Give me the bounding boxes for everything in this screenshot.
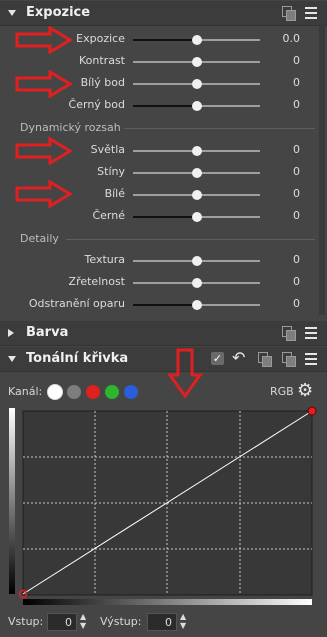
input-label: Vstup:: [8, 615, 44, 628]
slider-value-odstraneni-oparu[interactable]: 0: [268, 297, 300, 310]
slider-value-cerny-bod[interactable]: 0: [268, 98, 300, 111]
panel-header-tone-curve[interactable]: Tonální křivka ✓ ↶: [0, 347, 327, 372]
slider-knob[interactable]: [192, 190, 202, 200]
slider-value-cerne[interactable]: 0: [268, 209, 300, 222]
slider-knob[interactable]: [192, 168, 202, 178]
undo-icon[interactable]: ↶: [232, 348, 245, 367]
slider-knob[interactable]: [192, 146, 202, 156]
slider-knob[interactable]: [192, 101, 202, 111]
rgb-label: RGB: [270, 385, 294, 398]
slider-knob[interactable]: [192, 256, 202, 266]
divider: [124, 128, 315, 129]
section-title-details: Detaily: [20, 232, 59, 245]
slider-value-stiny[interactable]: 0: [268, 165, 300, 178]
slider-value-bile[interactable]: 0: [268, 187, 300, 200]
divider: [66, 239, 315, 240]
section-title-dynamic-range: Dynamický rozsah: [20, 121, 121, 134]
panel-title: Barva: [26, 325, 69, 340]
slider-value-kontrast[interactable]: 0: [268, 54, 300, 67]
output-gradient-bar: [9, 408, 15, 594]
slider-label-stiny: Stíny: [97, 165, 125, 178]
slider-value-zretelnost[interactable]: 0: [268, 275, 300, 288]
slider-label-cerne: Černé: [92, 209, 125, 222]
input-value-field[interactable]: 0: [47, 613, 77, 631]
collapse-triangle-icon[interactable]: [8, 356, 16, 362]
annotation-arrow-down: [167, 348, 203, 399]
panel-header-exposure[interactable]: Expozice: [0, 1, 327, 26]
annotation-arrow-right: [15, 26, 73, 54]
annotation-arrow-right: [15, 70, 73, 98]
slider-fill: [133, 39, 197, 41]
panel-header-color[interactable]: Barva: [0, 321, 327, 346]
slider-value-textura[interactable]: 0: [268, 253, 300, 266]
menu-icon[interactable]: [304, 326, 318, 340]
output-value-field[interactable]: 0: [147, 613, 177, 631]
output-stepper-icon[interactable]: ▲ ▼: [180, 612, 186, 630]
input-gradient-bar: [23, 599, 312, 605]
slider-knob[interactable]: [192, 57, 202, 67]
slider-label-cerny-bod: Černý bod: [68, 98, 125, 111]
enable-checkbox[interactable]: ✓: [211, 352, 224, 365]
annotation-arrow-right: [15, 180, 73, 208]
menu-icon[interactable]: [304, 6, 318, 20]
channel-red-button[interactable]: [86, 385, 100, 399]
panel-title: Expozice: [26, 5, 91, 20]
slider-knob[interactable]: [192, 212, 202, 222]
slider-label-textura: Textura: [84, 253, 125, 266]
menu-icon[interactable]: [304, 352, 318, 366]
paste-icon[interactable]: [258, 352, 272, 367]
panel-title: Tonální křivka: [26, 351, 129, 366]
curve-point-top: [307, 406, 317, 416]
channel-blue-button[interactable]: [124, 385, 138, 399]
tone-curve-graph[interactable]: [0, 404, 327, 606]
channel-label: Kanál:: [8, 385, 43, 398]
slider-fill: [133, 216, 197, 218]
gear-icon[interactable]: ⚙: [297, 380, 313, 401]
slider-label-odstraneni-oparu: Odstranění oparu: [28, 297, 125, 310]
slider-fill: [133, 105, 197, 107]
channel-gray-button[interactable]: [67, 385, 81, 399]
annotation-arrow-right: [15, 137, 73, 165]
panel-scrollbar[interactable]: [319, 24, 325, 315]
collapse-triangle-icon[interactable]: [8, 10, 16, 16]
copy-settings-icon[interactable]: [282, 326, 296, 341]
slider-label-zretelnost: Zřetelnost: [68, 275, 125, 288]
slider-value-bily-bod[interactable]: 0: [268, 76, 300, 89]
slider-value-expozice[interactable]: 0.0: [268, 32, 301, 45]
slider-label-kontrast: Kontrast: [79, 54, 125, 67]
expand-triangle-icon[interactable]: [8, 329, 14, 337]
input-stepper-icon[interactable]: ▲ ▼: [80, 612, 86, 630]
slider-knob[interactable]: [192, 35, 202, 45]
slider-knob[interactable]: [192, 79, 202, 89]
slider-knob[interactable]: [192, 278, 202, 288]
slider-fill: [133, 304, 197, 306]
copy-settings-icon[interactable]: [282, 6, 296, 21]
slider-knob[interactable]: [192, 300, 202, 310]
slider-value-svetla[interactable]: 0: [268, 143, 300, 156]
output-label: Výstup:: [100, 615, 142, 628]
channel-white-button[interactable]: [48, 385, 62, 399]
channel-green-button[interactable]: [105, 385, 119, 399]
copy-settings-icon[interactable]: [282, 352, 296, 367]
